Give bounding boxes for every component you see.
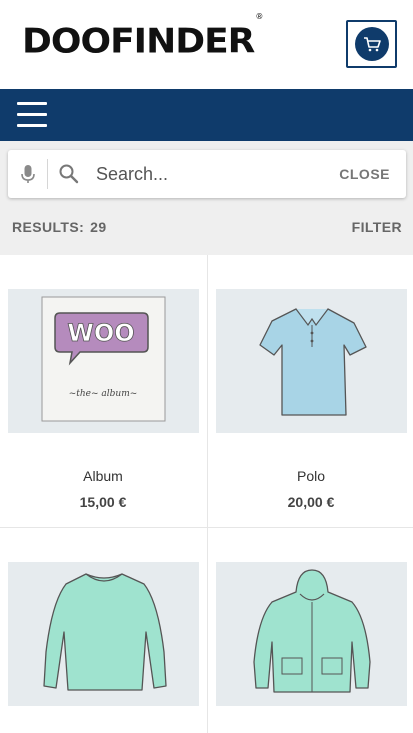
product-price: 20,00 € (287, 494, 335, 510)
product-price: 15,00 € (79, 494, 127, 510)
close-button[interactable]: CLOSE (339, 166, 390, 182)
results-count: 29 (90, 219, 107, 235)
results-label: RESULTS: (12, 219, 85, 235)
registered-mark: ® (255, 12, 263, 22)
polo-shirt-image[interactable] (216, 289, 407, 433)
search-bar: CLOSE (8, 150, 406, 198)
product-card[interactable]: WOO ~the~ album~ Album 15,00 € (0, 255, 206, 527)
woo-badge-text: WOO (67, 319, 134, 347)
app-header: DOOFINDER® (0, 0, 413, 89)
product-grid: WOO ~the~ album~ Album 15,00 € Polo 20,0… (0, 255, 413, 733)
product-card[interactable] (0, 528, 206, 733)
product-card[interactable]: Polo 20,00 € (208, 255, 413, 527)
filter-button[interactable]: FILTER (352, 219, 402, 235)
logo-text: DOOFINDER (22, 22, 255, 61)
microphone-icon[interactable] (20, 162, 36, 186)
cart-button[interactable] (346, 20, 397, 68)
search-panel: CLOSE RESULTS: 29 FILTER (0, 141, 413, 255)
divider (47, 159, 48, 189)
search-icon (58, 163, 80, 185)
results-summary: RESULTS: 29 (12, 219, 107, 235)
doofinder-logo[interactable]: DOOFINDER® (22, 13, 263, 61)
hoodie-image[interactable] (216, 562, 407, 706)
album-caption: ~the~ album~ (69, 389, 138, 399)
woo-album-image[interactable]: WOO ~the~ album~ (8, 289, 199, 433)
product-card[interactable] (208, 528, 413, 733)
product-name[interactable]: Polo (208, 468, 413, 484)
hamburger-icon[interactable] (17, 102, 47, 128)
long-sleeve-tee-image[interactable] (8, 562, 199, 706)
search-input[interactable] (96, 160, 336, 188)
results-bar: RESULTS: 29 FILTER (0, 219, 413, 239)
navigation-bar (0, 89, 413, 141)
product-name[interactable]: Album (0, 468, 206, 484)
cart-icon (354, 27, 389, 61)
